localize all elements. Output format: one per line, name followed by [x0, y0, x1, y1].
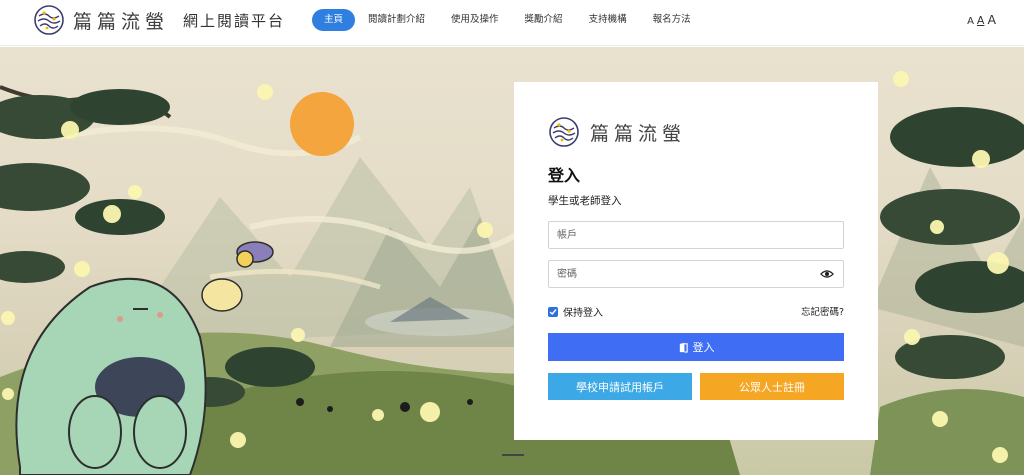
login-title: 登入 — [548, 166, 581, 185]
logo-mark-icon — [34, 5, 64, 35]
nav-rewards[interactable]: 獎勵介紹 — [512, 9, 576, 31]
login-subtitle: 學生或老師登入 — [548, 195, 622, 207]
public-register-label: 公眾人士註冊 — [739, 381, 805, 394]
font-size-medium[interactable]: A — [977, 14, 985, 27]
door-enter-icon — [679, 342, 688, 353]
logo-name: 篇篇流螢 — [73, 10, 170, 33]
card-logo-name: 篇篇流螢 — [590, 122, 687, 145]
public-register-button[interactable]: 公眾人士註冊 — [700, 373, 844, 400]
remember-me[interactable]: 保持登入 — [548, 304, 603, 319]
nav-usage[interactable]: 使用及操作 — [438, 9, 512, 31]
account-input[interactable] — [548, 221, 844, 249]
login-button-label: 登入 — [692, 342, 715, 354]
remember-label: 保持登入 — [563, 308, 603, 319]
font-size-controls: A A A — [967, 12, 996, 27]
nav-reading-plan[interactable]: 閱讀計劃介紹 — [355, 9, 438, 31]
school-trial-label: 學校申請試用帳戶 — [576, 381, 664, 394]
logo-mark-icon — [549, 117, 579, 147]
remember-checkbox[interactable] — [548, 306, 558, 317]
checkbox-check-icon — [549, 308, 557, 315]
font-size-large[interactable]: A — [987, 12, 996, 27]
login-card: 篇篇流螢 登入 學生或老師登入 保持登入 忘記密碼? 登入 學校申請試用帳戶 公… — [514, 82, 878, 440]
forgot-password-link[interactable]: 忘記密碼? — [801, 304, 844, 318]
nav-supporters[interactable]: 支持機構 — [576, 9, 640, 31]
main-nav: 主頁 閱讀計劃介紹 使用及操作 獎勵介紹 支持機構 報名方法 — [312, 9, 704, 31]
logo-subtitle: 網上閱讀平台 — [183, 11, 286, 30]
site-logo[interactable]: 篇篇流螢 網上閱讀平台 — [33, 4, 285, 36]
top-header: 篇篇流螢 網上閱讀平台 主頁 閱讀計劃介紹 使用及操作 獎勵介紹 支持機構 報名… — [0, 0, 1024, 46]
password-input[interactable] — [548, 260, 844, 288]
login-button[interactable]: 登入 — [548, 333, 844, 361]
card-logo: 篇篇流螢 — [548, 116, 686, 148]
font-size-small[interactable]: A — [967, 16, 974, 27]
nav-registration[interactable]: 報名方法 — [640, 9, 704, 31]
nav-home[interactable]: 主頁 — [312, 9, 356, 31]
slide-indicator[interactable] — [502, 454, 524, 456]
school-trial-button[interactable]: 學校申請試用帳戶 — [548, 373, 692, 400]
eye-icon[interactable] — [820, 267, 834, 281]
